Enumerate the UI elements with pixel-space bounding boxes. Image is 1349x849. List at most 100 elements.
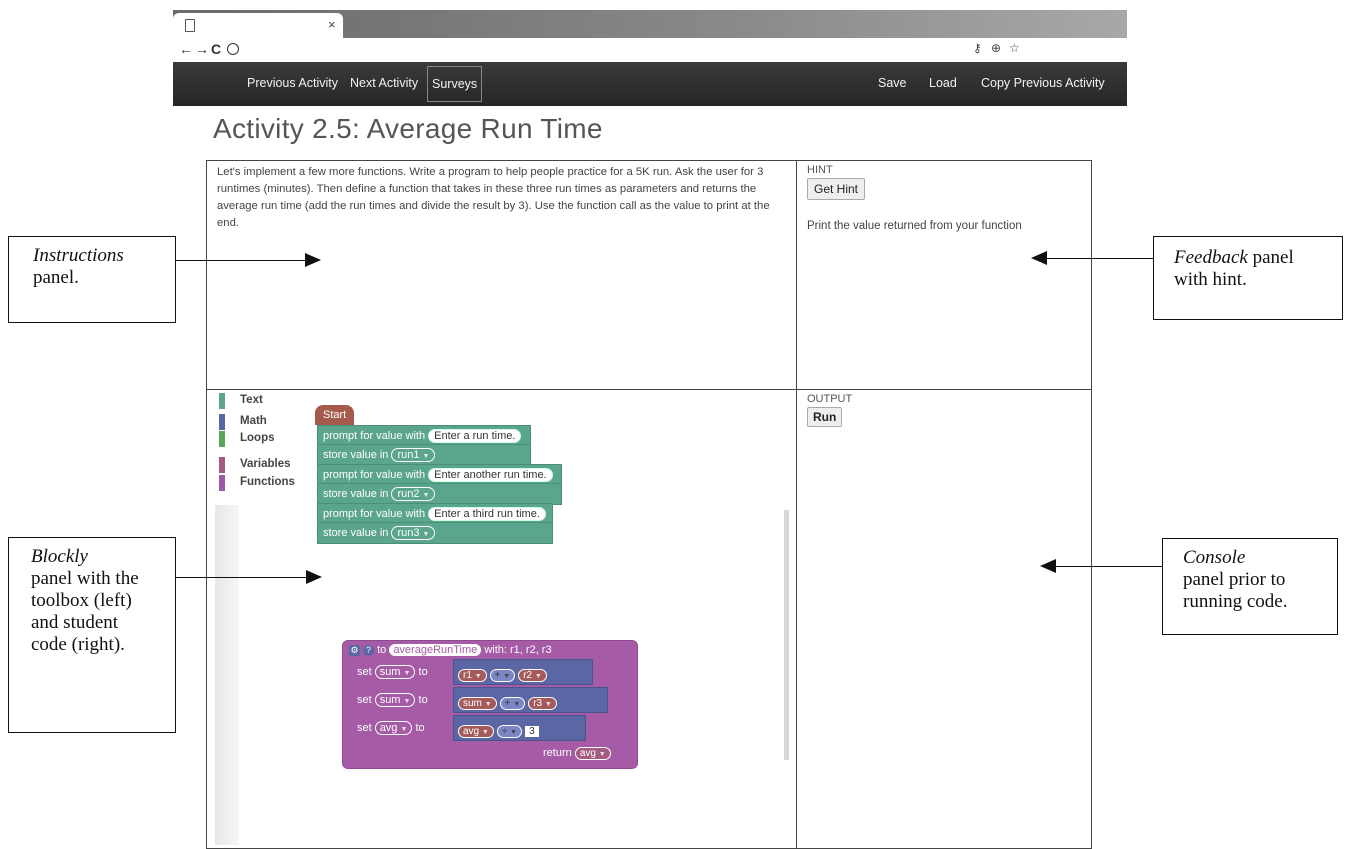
- math-add-block[interactable]: r1 ▼ + ▼ r2 ▼: [453, 659, 593, 685]
- set-sum-block[interactable]: set sum ▼ to: [357, 665, 428, 679]
- browser-tab[interactable]: ×: [173, 13, 343, 38]
- blockly-toolbox: Text Math Loops Variables Functions: [207, 390, 299, 510]
- variable-dropdown[interactable]: sum ▼: [458, 697, 497, 710]
- next-activity-link[interactable]: Next Activity: [350, 76, 418, 90]
- category-swatch: [219, 457, 225, 473]
- back-icon[interactable]: ←: [179, 41, 193, 57]
- instructions-arrowhead: [305, 253, 321, 267]
- start-block[interactable]: Start: [315, 405, 355, 425]
- app-navbar: Previous Activity Next Activity Surveys …: [173, 62, 1127, 106]
- operator-dropdown[interactable]: ÷ ▼: [496, 725, 523, 738]
- store-block[interactable]: store value in run1 ▼: [317, 444, 531, 466]
- browser-tab-bar: ×: [173, 10, 1127, 38]
- output-label: OUTPUT: [807, 393, 853, 405]
- copy-previous-activity-link[interactable]: Copy Previous Activity: [981, 76, 1105, 90]
- category-label: Text: [240, 394, 263, 406]
- load-link[interactable]: Load: [929, 76, 957, 90]
- blockly-arrow-line: [176, 577, 307, 578]
- store-block[interactable]: store value in run2 ▼: [317, 483, 562, 505]
- callout-title: Feedback: [1174, 247, 1248, 268]
- return-label: return: [543, 747, 572, 759]
- tab-close-icon[interactable]: ×: [328, 17, 336, 32]
- variable-dropdown[interactable]: sum ▼: [374, 665, 416, 679]
- console-callout: Console panel prior to running code.: [1162, 538, 1338, 635]
- prompt-text-field[interactable]: Enter a third run time.: [428, 507, 546, 521]
- hint-label: HINT: [807, 164, 833, 176]
- surveys-link[interactable]: Surveys: [427, 66, 483, 102]
- variable-dropdown[interactable]: avg ▼: [458, 725, 494, 738]
- variable-dropdown[interactable]: run2 ▼: [391, 487, 436, 501]
- category-label: Functions: [240, 476, 295, 488]
- variable-dropdown[interactable]: avg ▼: [374, 721, 413, 735]
- variable-dropdown[interactable]: r2 ▼: [518, 669, 547, 682]
- run-button[interactable]: Run: [807, 407, 843, 427]
- math-add-block[interactable]: sum ▼ + ▼ r3 ▼: [453, 687, 608, 713]
- save-link[interactable]: Save: [878, 76, 907, 90]
- variable-dropdown[interactable]: avg ▼: [574, 747, 611, 760]
- feedback-panel: HINT Get Hint Print the value returned f…: [796, 160, 1092, 390]
- category-label: Math: [240, 415, 267, 427]
- variable-dropdown[interactable]: run3 ▼: [391, 526, 436, 540]
- return-row: return avg ▼: [543, 747, 611, 760]
- callout-title: Blockly: [31, 546, 88, 567]
- function-name-field[interactable]: averageRunTime: [389, 644, 482, 656]
- category-swatch: [219, 393, 225, 409]
- category-swatch: [219, 475, 225, 491]
- instructions-callout: Instructions panel.: [8, 236, 176, 323]
- instructions-panel: Let's implement a few more functions. Wr…: [206, 160, 797, 390]
- help-icon[interactable]: ?: [363, 645, 374, 656]
- function-header: ⚙? to averageRunTime with: r1, r2, r3: [349, 644, 552, 656]
- set-sum-block[interactable]: set sum ▼ to: [357, 693, 428, 707]
- to-label: to: [418, 666, 428, 678]
- callout-text: panel.: [33, 267, 79, 288]
- workspace-scrollbar[interactable]: [784, 510, 789, 760]
- blockly-callout: Blockly panel with the toolbox (left) an…: [8, 537, 176, 733]
- key-icon[interactable]: ⚷: [973, 41, 982, 55]
- forward-icon[interactable]: →: [195, 41, 209, 57]
- previous-activity-link[interactable]: Previous Activity: [247, 76, 338, 90]
- feedback-arrow-line: [1047, 258, 1153, 259]
- reload-icon[interactable]: C: [211, 41, 221, 57]
- console-arrowhead: [1040, 559, 1056, 573]
- set-label: set: [357, 666, 372, 678]
- instructions-arrow-line: [176, 260, 306, 261]
- operator-dropdown[interactable]: + ▼: [489, 669, 516, 682]
- variable-dropdown[interactable]: sum ▼: [374, 693, 416, 707]
- zoom-icon[interactable]: ⊕: [991, 41, 1001, 55]
- callout-text: panel prior to running code.: [1183, 569, 1288, 612]
- console-arrow-line: [1055, 566, 1162, 567]
- operator-dropdown[interactable]: + ▼: [499, 697, 526, 710]
- variable-dropdown[interactable]: run1 ▼: [391, 448, 436, 462]
- block-label: prompt for value with: [323, 469, 426, 481]
- gear-icon[interactable]: ⚙: [349, 645, 360, 656]
- set-label: set: [357, 722, 372, 734]
- toolbox-flyout-shadow: [215, 505, 239, 845]
- variable-dropdown[interactable]: r3 ▼: [528, 697, 557, 710]
- set-avg-block[interactable]: set avg ▼ to: [357, 721, 425, 735]
- set-label: set: [357, 694, 372, 706]
- category-swatch: [219, 414, 225, 430]
- function-definition-block[interactable]: ⚙? to averageRunTime with: r1, r2, r3 se…: [342, 640, 638, 769]
- site-info-icon[interactable]: [227, 43, 239, 55]
- math-divide-block[interactable]: avg ▼ ÷ ▼ 3: [453, 715, 586, 741]
- prompt-text-field[interactable]: Enter a run time.: [428, 429, 522, 443]
- page-icon: [185, 19, 195, 32]
- blockly-panel[interactable]: Text Math Loops Variables Functions Star…: [206, 389, 797, 849]
- hint-text: Print the value returned from your funct…: [807, 220, 1022, 232]
- callout-title: Instructions: [33, 245, 124, 266]
- category-label: Loops: [240, 432, 275, 444]
- category-swatch: [219, 431, 225, 447]
- to-label: to: [415, 722, 425, 734]
- block-label: store value in: [323, 527, 389, 539]
- get-hint-button[interactable]: Get Hint: [807, 178, 866, 200]
- page-title: Activity 2.5: Average Run Time: [213, 113, 603, 144]
- star-icon[interactable]: ☆: [1009, 41, 1020, 55]
- number-field[interactable]: 3: [525, 726, 539, 737]
- store-block[interactable]: store value in run3 ▼: [317, 522, 553, 544]
- blockly-arrowhead: [306, 570, 322, 584]
- variable-dropdown[interactable]: r1 ▼: [458, 669, 487, 682]
- prompt-text-field[interactable]: Enter another run time.: [428, 468, 553, 482]
- block-label: prompt for value with: [323, 508, 426, 520]
- block-label: prompt for value with: [323, 430, 426, 442]
- callout-title: Console: [1183, 547, 1246, 568]
